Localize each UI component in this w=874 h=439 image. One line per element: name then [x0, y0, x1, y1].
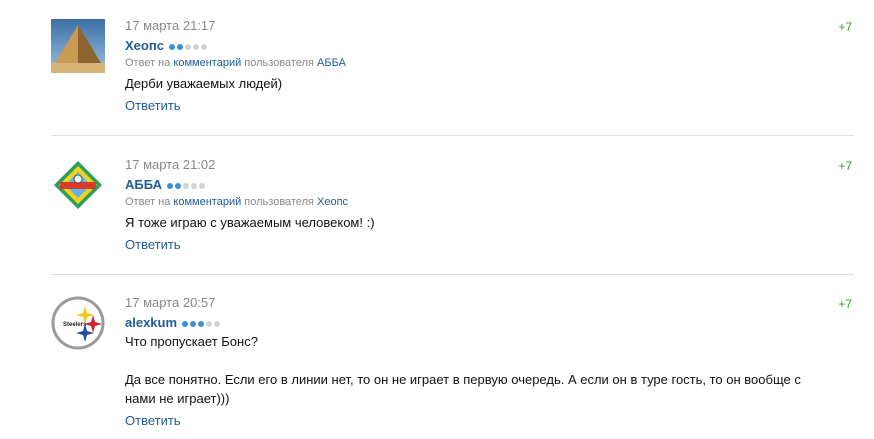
- user-rating-dots: [182, 320, 221, 327]
- steelers-logo-icon: Steelers: [51, 296, 105, 350]
- comment-text: Я тоже играю с уважаемым человеком! :): [125, 215, 375, 230]
- comment-date: 17 марта 21:17: [125, 18, 216, 33]
- reply-comment-link[interactable]: комментарий: [173, 57, 241, 69]
- comment-date: 17 марта 20:57: [125, 295, 216, 310]
- reply-user-link[interactable]: АББА: [317, 57, 346, 69]
- reply-user-link[interactable]: Хеопс: [317, 196, 348, 208]
- reply-comment-link[interactable]: комментарий: [173, 196, 241, 208]
- comment-score: +7: [838, 20, 852, 34]
- reply-info: Ответ на комментарий пользователя Хеопс: [125, 196, 349, 208]
- reply-info: Ответ на комментарий пользователя АББА: [125, 57, 346, 69]
- author-name[interactable]: АББА: [125, 177, 162, 192]
- divider: [51, 274, 854, 275]
- club-emblem-icon: [51, 158, 105, 212]
- comment-text: Что пропускает Бонс? Да все понятно. Есл…: [125, 334, 801, 406]
- pyramid-icon: [51, 19, 105, 73]
- user-rating-dots: [166, 182, 205, 189]
- reply-button[interactable]: Ответить: [125, 98, 181, 113]
- avatar[interactable]: [51, 19, 105, 73]
- user-rating-dots: [168, 43, 207, 50]
- svg-text:Steelers: Steelers: [63, 322, 87, 328]
- reply-button[interactable]: Ответить: [125, 237, 181, 252]
- avatar[interactable]: Steelers: [51, 296, 105, 350]
- comment-score: +7: [838, 297, 852, 311]
- comment-text: Дерби уважаемых людей): [125, 76, 283, 91]
- reply-button[interactable]: Ответить: [125, 413, 181, 428]
- divider: [51, 135, 854, 136]
- author-name[interactable]: alexkum: [125, 315, 177, 330]
- comment-date: 17 марта 21:02: [125, 157, 216, 172]
- comment-score: +7: [838, 159, 852, 173]
- avatar[interactable]: [51, 158, 105, 212]
- author-name[interactable]: Хеопс: [125, 38, 164, 53]
